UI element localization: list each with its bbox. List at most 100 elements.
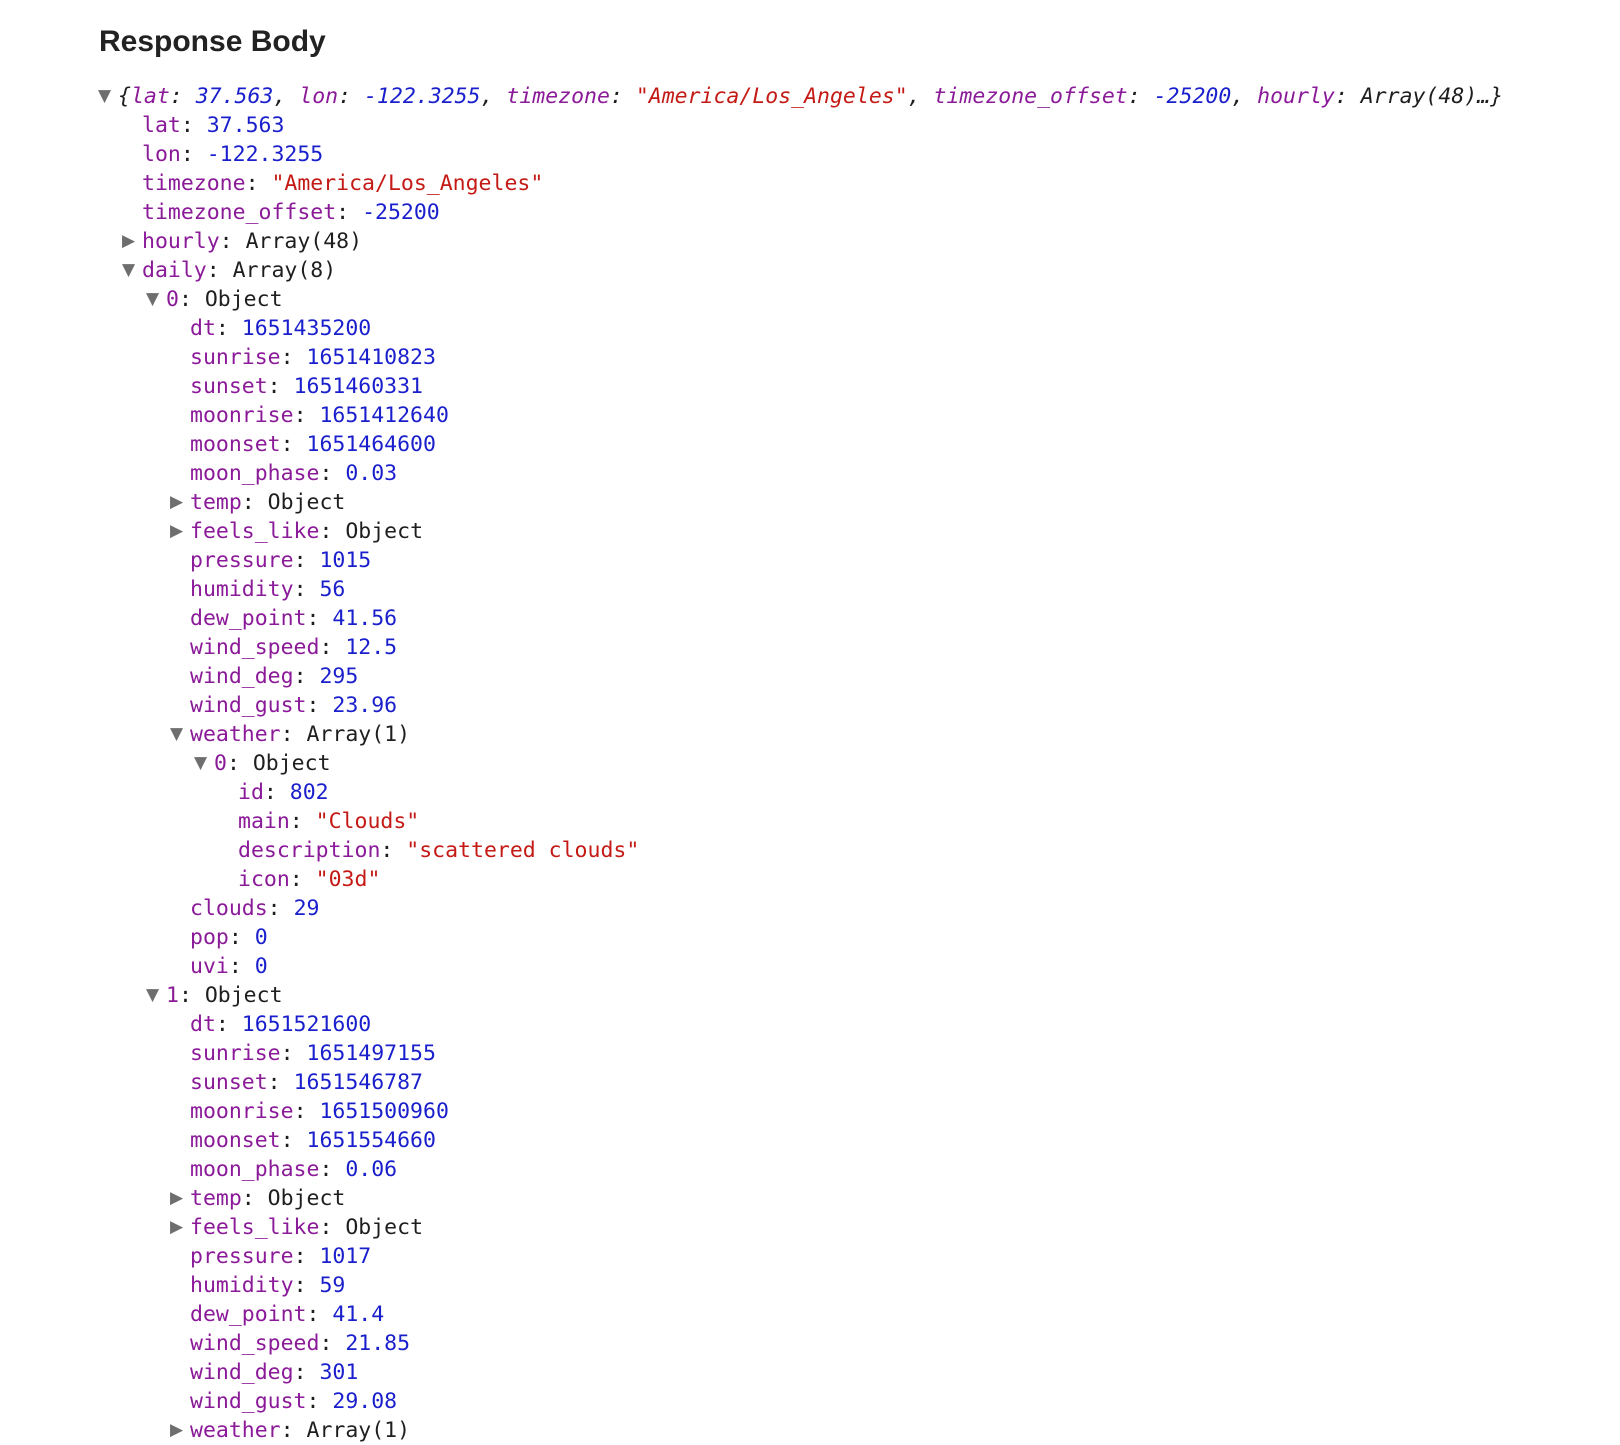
tree-row-content: sunrise: 1651497155 [190,1039,436,1068]
separator: : [180,113,207,138]
tree-row: humidity: 56 [0,575,1620,604]
tree-row-content: wind_speed: 12.5 [190,633,397,662]
separator: : [180,142,207,167]
separator: : [241,490,268,515]
tree-row: moon_phase: 0.03 [0,459,1620,488]
tree-row[interactable]: ▼ {lat: 37.563, lon: -122.3255, timezone:… [0,82,1620,111]
tree-row-content: 0: Object [166,285,283,314]
property-key: dt [190,1012,216,1037]
tree-row-content: hourly: Array(48) [142,227,362,256]
property-key: clouds [190,896,268,921]
tree-row[interactable]: ▶ hourly: Array(48) [0,227,1620,256]
triangle-right-icon[interactable]: ▶ [170,488,183,517]
tree-row: icon: "03d" [0,865,1620,894]
tree-row[interactable]: ▶ weather: Array(1) [0,1416,1620,1445]
property-value: 0.06 [345,1157,398,1182]
property-key: moonset [190,432,281,457]
tree-row-content: dt: 1651521600 [190,1010,371,1039]
property-value: 1651410823 [306,345,436,370]
tree-row-content: timezone_offset: -25200 [142,198,440,227]
property-key: hourly [142,229,220,254]
separator: : [178,983,205,1008]
property-key: 0 [214,751,227,776]
property-key: lat [142,113,181,138]
property-value: Array(8) [232,258,337,283]
tree-row-content: humidity: 59 [190,1271,345,1300]
separator: : [289,867,316,892]
property-key: moonrise [190,403,294,428]
property-value: 12.5 [345,635,398,660]
separator: : [319,1331,346,1356]
separator: : [280,432,307,457]
tree-row[interactable]: ▼ 0: Object [0,285,1620,314]
summary-token: : [1127,84,1154,109]
tree-row: moonset: 1651464600 [0,430,1620,459]
triangle-down-icon[interactable]: ▼ [146,285,159,314]
tree-row-content: temp: Object [190,488,345,517]
tree-row-content: weather: Array(1) [190,1416,410,1445]
property-key: daily [142,258,207,283]
tree-row-content: temp: Object [190,1184,345,1213]
tree-row: wind_gust: 23.96 [0,691,1620,720]
triangle-down-icon[interactable]: ▼ [194,749,207,778]
separator: : [178,287,205,312]
tree-row[interactable]: ▼ 1: Object [0,981,1620,1010]
separator: : [206,258,233,283]
tree-row-content: sunset: 1651460331 [190,372,423,401]
triangle-right-icon[interactable]: ▶ [170,1416,183,1445]
tree-row: wind_deg: 301 [0,1358,1620,1387]
triangle-right-icon[interactable]: ▶ [170,1213,183,1242]
property-key: pop [190,925,229,950]
separator: : [306,1389,333,1414]
separator: : [319,1215,346,1240]
tree-row[interactable]: ▶ temp: Object [0,1184,1620,1213]
property-value: 0 [254,925,268,950]
property-value: 29.08 [332,1389,398,1414]
triangle-down-icon[interactable]: ▼ [122,256,135,285]
property-key: id [238,780,264,805]
summary-token: timezone [506,84,610,109]
separator: : [306,1302,333,1327]
property-value: Object [204,983,283,1008]
property-key: dew_point [190,1302,307,1327]
summary-token: , [907,84,934,109]
separator: : [293,1273,320,1298]
tree-row[interactable]: ▶ feels_like: Object [0,1213,1620,1242]
tree-row-content: uvi: 0 [190,952,268,981]
property-key: moonrise [190,1099,294,1124]
tree-row[interactable]: ▶ feels_like: Object [0,517,1620,546]
tree-row[interactable]: ▼ 0: Object [0,749,1620,778]
separator: : [293,403,320,428]
summary-token: "America/Los_Angeles" [635,84,908,109]
property-key: main [238,809,290,834]
triangle-down-icon[interactable]: ▼ [170,720,183,749]
property-value: 301 [319,1360,359,1385]
property-key: moonset [190,1128,281,1153]
tree-row: wind_deg: 295 [0,662,1620,691]
tree-row: sunrise: 1651497155 [0,1039,1620,1068]
property-key: feels_like [190,519,320,544]
property-value: 1651554660 [306,1128,436,1153]
property-value: 1651500960 [319,1099,449,1124]
tree-row-content: main: "Clouds" [238,807,419,836]
triangle-right-icon[interactable]: ▶ [170,1184,183,1213]
tree-row-content: moonset: 1651464600 [190,430,436,459]
summary-token: , [480,84,507,109]
separator: : [306,693,333,718]
property-value: 41.56 [332,606,398,631]
triangle-right-icon[interactable]: ▶ [170,517,183,546]
separator: : [241,1186,268,1211]
property-value: 1651521600 [241,1012,372,1037]
tree-row[interactable]: ▼ daily: Array(8) [0,256,1620,285]
triangle-down-icon[interactable]: ▼ [146,981,159,1010]
tree-row: uvi: 0 [0,952,1620,981]
property-key: temp [190,1186,242,1211]
tree-row[interactable]: ▼ weather: Array(1) [0,720,1620,749]
triangle-right-icon[interactable]: ▶ [122,227,135,256]
separator: : [245,171,272,196]
summary-token: , [273,84,300,109]
tree-row[interactable]: ▶ temp: Object [0,488,1620,517]
property-value: Object [204,287,283,312]
separator: : [280,345,307,370]
triangle-down-icon[interactable]: ▼ [98,82,111,111]
